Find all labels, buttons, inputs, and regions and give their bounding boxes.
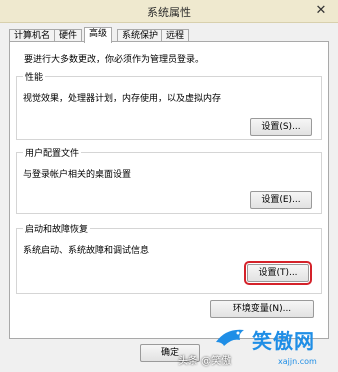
window-title: 系统属性 <box>147 6 191 19</box>
admin-note: 要进行大多数更改，你必须作为管理员登录。 <box>24 55 205 65</box>
performance-group: 性能 视觉效果，处理器计划，内存使用，以及虚拟内存 设置(S)... <box>16 70 322 140</box>
tab-advanced[interactable]: 高级 <box>84 27 113 43</box>
startup-recovery-group: 启动和故障恢复 系统启动、系统故障和调试信息 设置(T)... <box>16 222 322 294</box>
performance-title: 性能 <box>23 70 46 83</box>
startup-recovery-description: 系统启动、系统故障和调试信息 <box>23 246 150 256</box>
shark-logo-icon <box>216 329 244 346</box>
environment-variables-button[interactable]: 环境变量(N)... <box>210 300 314 318</box>
watermark-sub: 头条 @笑傲 <box>178 356 232 367</box>
user-profiles-settings-button[interactable]: 设置(E)... <box>250 191 312 209</box>
startup-recovery-title: 启动和故障恢复 <box>23 222 91 235</box>
performance-description: 视觉效果，处理器计划，内存使用，以及虚拟内存 <box>23 94 222 104</box>
user-profiles-group: 用户配置文件 与登录帐户相关的桌面设置 设置(E)... <box>16 146 322 214</box>
title-bar: 系统属性 ✕ <box>0 0 338 23</box>
startup-recovery-settings-button[interactable]: 设置(T)... <box>244 261 312 285</box>
watermark-brand: 笑傲网 <box>252 329 315 353</box>
user-profiles-description: 与登录帐户相关的桌面设置 <box>23 170 132 180</box>
close-icon[interactable]: ✕ <box>310 2 332 19</box>
advanced-panel: 要进行大多数更改，你必须作为管理员登录。 性能 视觉效果，处理器计划，内存使用，… <box>9 41 329 339</box>
watermark-url: xajjn.com <box>278 357 317 366</box>
user-profiles-title: 用户配置文件 <box>23 146 82 159</box>
performance-settings-button[interactable]: 设置(S)... <box>250 118 312 136</box>
